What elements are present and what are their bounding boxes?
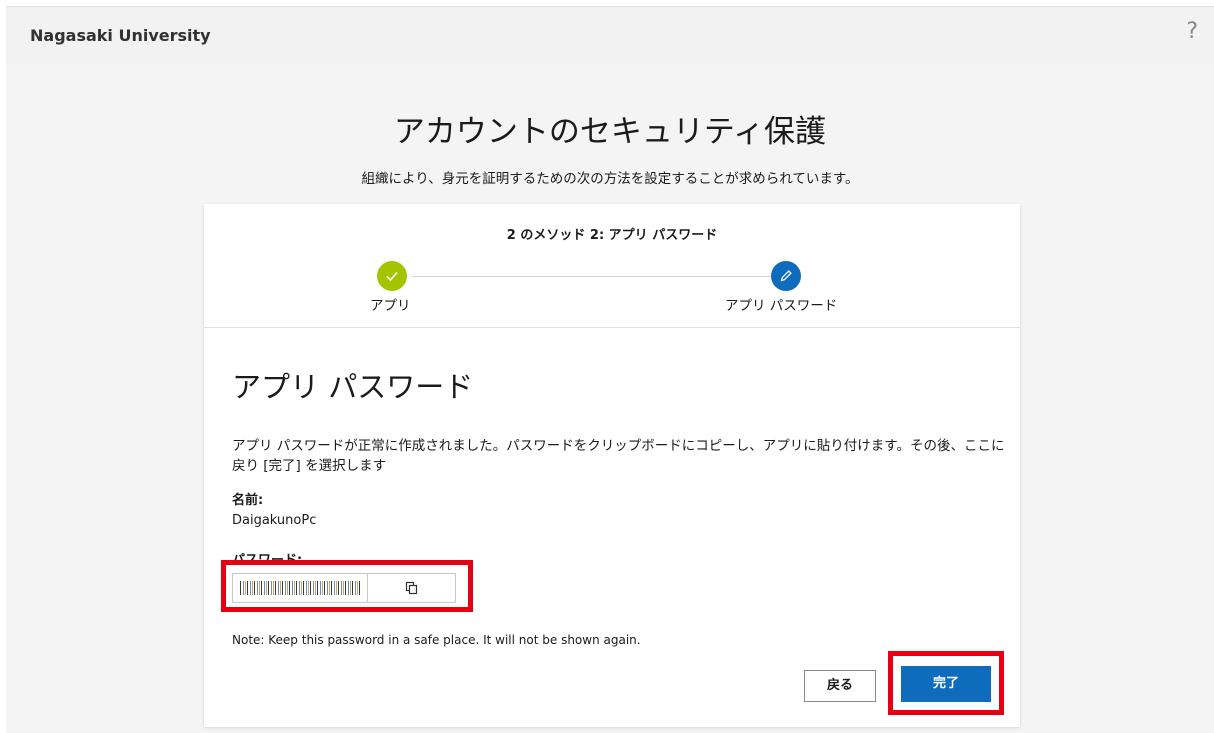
redacted-password (240, 581, 360, 595)
step-current-indicator (771, 261, 801, 291)
name-value: DaigakunoPc (232, 513, 317, 528)
pencil-icon (780, 270, 792, 282)
step-name-app: アプリ (370, 298, 411, 314)
progress-line (412, 276, 782, 277)
password-note: Note: Keep this password in a safe place… (232, 633, 641, 647)
step-counter: 2 のメソッド 2: アプリ パスワード (506, 228, 718, 243)
wizard-header: 2 のメソッド 2: アプリ パスワード アプリ アプリ パスワード (204, 204, 1020, 328)
copy-password-button[interactable] (368, 574, 455, 602)
check-icon (386, 271, 398, 282)
done-button[interactable]: 完了 (901, 666, 991, 702)
password-value[interactable] (233, 574, 368, 602)
copy-icon (405, 581, 418, 595)
org-name: Nagasaki University (30, 26, 211, 45)
page-subtitle: 組織により、身元を証明するための次の方法を設定することが求められています。 (361, 171, 859, 187)
help-icon[interactable]: ? (1186, 19, 1198, 44)
section-title: アプリ パスワード (232, 370, 474, 404)
back-button[interactable]: 戻る (804, 670, 876, 702)
setup-card: 2 のメソッド 2: アプリ パスワード アプリ アプリ パスワード アプリ パ… (204, 204, 1020, 727)
step-name-app-password: アプリ パスワード (725, 298, 838, 314)
password-field (232, 573, 456, 603)
name-label: 名前: (232, 493, 264, 508)
instructions-text: アプリ パスワードが正常に作成されました。パスワードをクリップボードにコピーし、… (232, 438, 1005, 474)
password-label: パスワード: (232, 553, 303, 568)
page-title: アカウントのセキュリティ保護 (393, 114, 827, 150)
page-frame: Nagasaki University ? アカウントのセキュリティ保護 組織に… (6, 6, 1214, 733)
top-bar: Nagasaki University ? (6, 6, 1214, 64)
step-complete-indicator (377, 261, 407, 291)
